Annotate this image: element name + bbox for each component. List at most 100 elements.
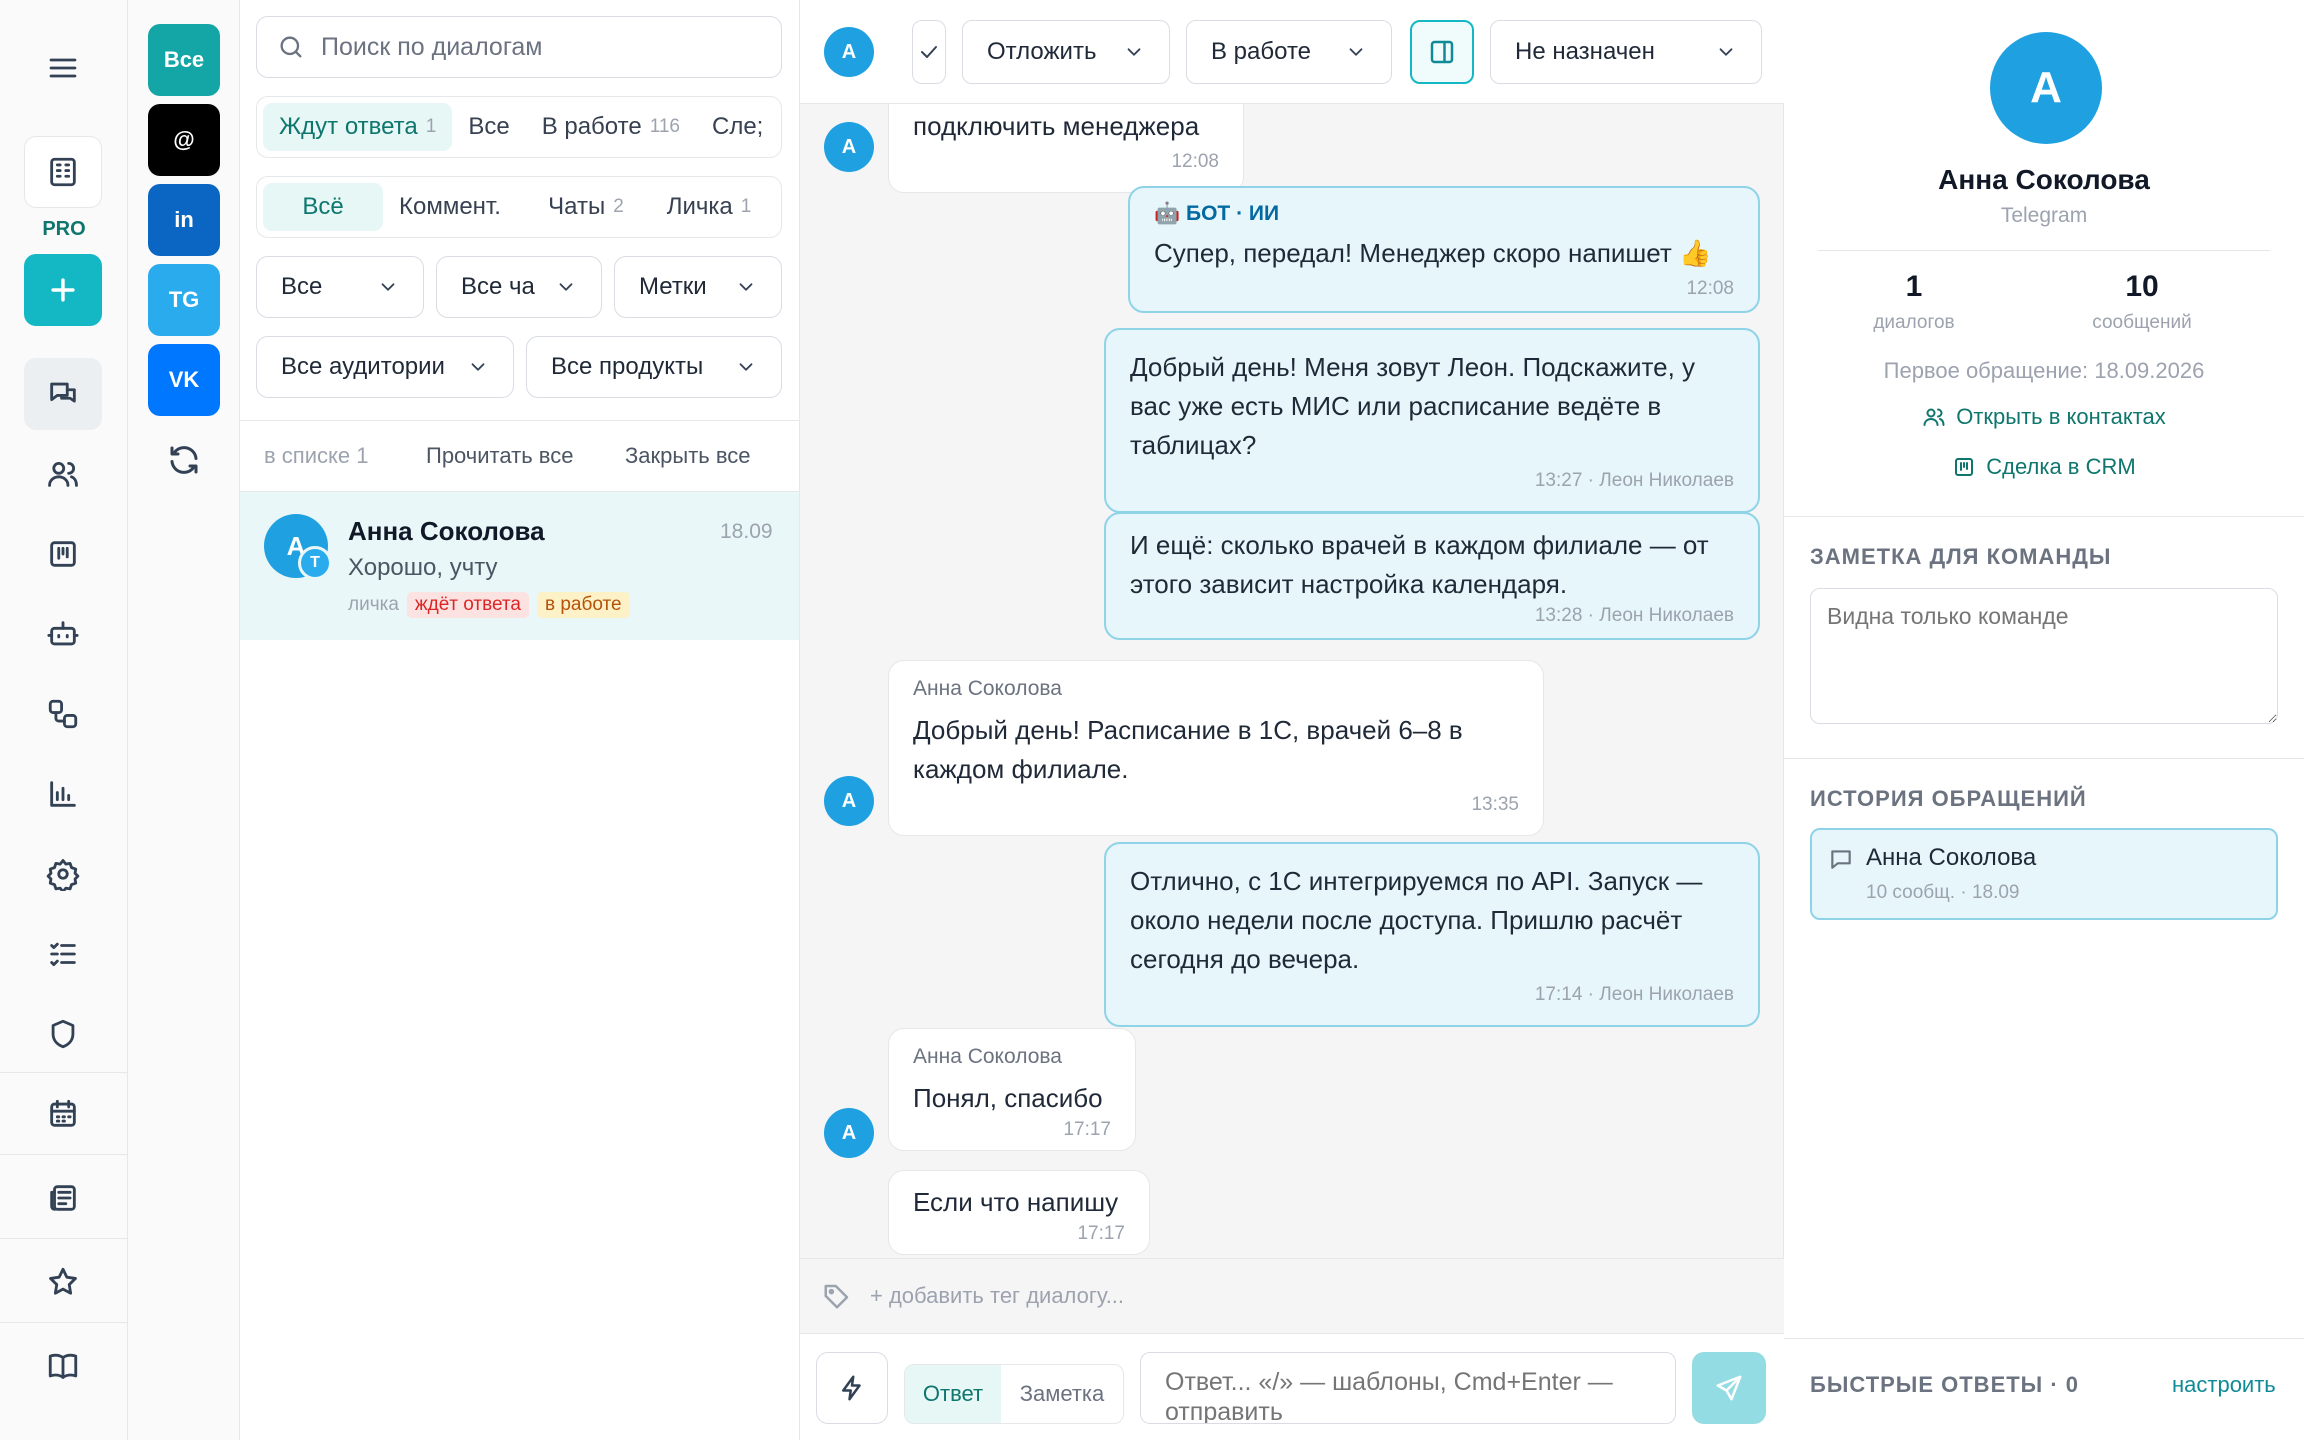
search-input[interactable]	[321, 32, 761, 62]
tab-label: Сле;	[712, 113, 764, 140]
search-icon	[280, 36, 302, 58]
contact-avatar: А	[1990, 32, 2102, 144]
mode-reply[interactable]: Ответ	[905, 1365, 1001, 1423]
history-item-meta: 10 сообщ. · 18.09	[1866, 882, 2020, 903]
message-incoming: Если что напишу 17:17	[888, 1170, 1150, 1255]
message-thread: А подключить менеджера 12:08 🤖 БОТ · ИИ …	[800, 104, 1784, 1258]
message-time: 13:27 · Леон Николаев	[1534, 470, 1734, 491]
lightning-icon	[842, 1375, 861, 1401]
filter-audiences-dropdown[interactable]: Все аудитории	[256, 336, 514, 398]
filter-channels-dropdown[interactable]: Все ча	[436, 256, 602, 318]
channel-vk[interactable]: VK	[148, 344, 220, 416]
nav-settings[interactable]	[24, 838, 102, 910]
nav-docs[interactable]	[24, 1330, 102, 1402]
team-note-input[interactable]	[1810, 588, 2278, 724]
divider	[1818, 250, 2270, 251]
read-all-button[interactable]: Прочитать все	[426, 443, 573, 469]
message-outgoing: Отлично, с 1С интегрируемся по API. Запу…	[1104, 842, 1760, 1027]
dialog-search[interactable]	[256, 16, 782, 78]
quick-action-button[interactable]	[816, 1352, 888, 1424]
tab-all[interactable]: Все	[452, 103, 525, 151]
mode-note[interactable]: Заметка	[1001, 1365, 1123, 1423]
conversation-date: 18.09	[720, 520, 773, 543]
first-contact-date: Первое обращение: 18.09.2026	[1883, 358, 2205, 383]
open-contacts-link[interactable]: Открыть в контактах	[1784, 404, 2304, 430]
nav-contacts[interactable]	[24, 438, 102, 510]
tab-comments[interactable]: Коммент.	[383, 183, 525, 231]
workspace-button[interactable]	[24, 136, 102, 208]
dropdown-value: Все продукты	[551, 353, 704, 380]
channel-email[interactable]: @	[148, 104, 220, 176]
tab-everything[interactable]: Всё	[263, 183, 383, 231]
dropdown-value: Не назначен	[1515, 38, 1655, 65]
chevron-down-icon	[559, 283, 573, 291]
nav-tasks[interactable]	[24, 918, 102, 990]
nav-automations[interactable]	[24, 678, 102, 750]
reply-input[interactable]	[1140, 1352, 1676, 1424]
tab-count: 1	[425, 116, 437, 137]
tab-label: Все	[468, 113, 510, 140]
nav-analytics[interactable]	[24, 758, 102, 830]
conversation-preview: Хорошо, учту	[348, 554, 498, 581]
rail-divider	[0, 1238, 128, 1239]
channel-all[interactable]: Все	[148, 24, 220, 96]
nav-security[interactable]	[24, 998, 102, 1070]
tab-chats[interactable]: Чаты 2	[525, 183, 647, 231]
avatar: А	[824, 122, 874, 172]
nav-dialogs[interactable]	[24, 358, 102, 430]
channel-filter-column: Все @ in TG VK	[128, 0, 240, 1440]
conversation-item[interactable]: А T Анна Соколова 18.09 Хорошо, учту лич…	[240, 492, 799, 640]
link-label: Сделка в CRM	[1986, 454, 2136, 479]
tab-count: 1	[740, 196, 752, 217]
dropdown-value: Отложить	[987, 38, 1097, 65]
status-dropdown[interactable]: В работе	[1186, 20, 1392, 84]
select-checkbox[interactable]	[912, 20, 946, 84]
add-tag-button[interactable]: + добавить тег диалогу...	[870, 1283, 1124, 1309]
history-item[interactable]: Анна Соколова 10 сообщ. · 18.09	[1810, 828, 2278, 920]
nav-favorites[interactable]	[24, 1246, 102, 1318]
refresh-button[interactable]	[166, 442, 202, 478]
stat-label: диалогов	[1873, 312, 1955, 333]
stat-dialogs: 1 диалогов	[1824, 270, 2004, 334]
tab-in-work[interactable]: В работе 116	[526, 103, 696, 151]
send-button[interactable]	[1692, 1352, 1766, 1424]
nav-calendar[interactable]	[24, 1078, 102, 1150]
flow-icon	[48, 699, 78, 729]
filter-all-dropdown[interactable]: Все	[256, 256, 424, 318]
dialog-tag-row: + добавить тег диалогу...	[800, 1258, 1784, 1334]
filter-products-dropdown[interactable]: Все продукты	[526, 336, 782, 398]
channel-telegram[interactable]: TG	[148, 264, 220, 336]
tab-next[interactable]: Сле;	[696, 103, 779, 151]
create-button[interactable]	[24, 254, 102, 326]
nav-bots[interactable]	[24, 598, 102, 670]
tag-icon	[822, 1281, 852, 1311]
filter-tags-dropdown[interactable]: Метки	[614, 256, 782, 318]
message-time: 13:35	[1471, 794, 1519, 815]
message-text: Понял, спасибо	[913, 1083, 1103, 1113]
assignee-dropdown[interactable]: Не назначен	[1490, 20, 1762, 84]
nav-news[interactable]	[24, 1162, 102, 1234]
link-label: Открыть в контактах	[1956, 404, 2166, 429]
tab-waiting[interactable]: Ждут ответа 1	[263, 103, 453, 151]
nav-kanban[interactable]	[24, 518, 102, 590]
tab-count: 2	[613, 196, 624, 217]
gear-icon	[46, 859, 80, 891]
check-icon	[921, 46, 937, 58]
users-icon	[1923, 408, 1945, 426]
tab-direct[interactable]: Личка 1	[647, 183, 771, 231]
postpone-dropdown[interactable]: Отложить	[962, 20, 1170, 84]
crm-deal-link[interactable]: Сделка в CRM	[1784, 454, 2304, 480]
kanban-icon	[1955, 458, 1974, 476]
channel-linkedin[interactable]: in	[148, 184, 220, 256]
close-all-button[interactable]: Закрыть все	[625, 443, 751, 469]
toggle-sidebar-button[interactable]	[1410, 20, 1474, 84]
chevron-down-icon	[739, 363, 753, 371]
dropdown-value: Метки	[639, 273, 707, 300]
message-text: Добрый день! Расписание в 1С, врачей 6–8…	[913, 715, 1463, 784]
menu-button[interactable]	[24, 32, 102, 104]
message-time: 12:08	[1686, 278, 1734, 299]
type-tabs: Всё Коммент. Чаты 2 Личка 1	[256, 176, 782, 238]
message-outgoing: Добрый день! Меня зовут Леон. Подскажите…	[1104, 328, 1760, 513]
chat-panel: А Отложить В работе Не назначен А подклю…	[800, 0, 1784, 1440]
configure-link[interactable]: настроить	[2172, 1372, 2276, 1398]
